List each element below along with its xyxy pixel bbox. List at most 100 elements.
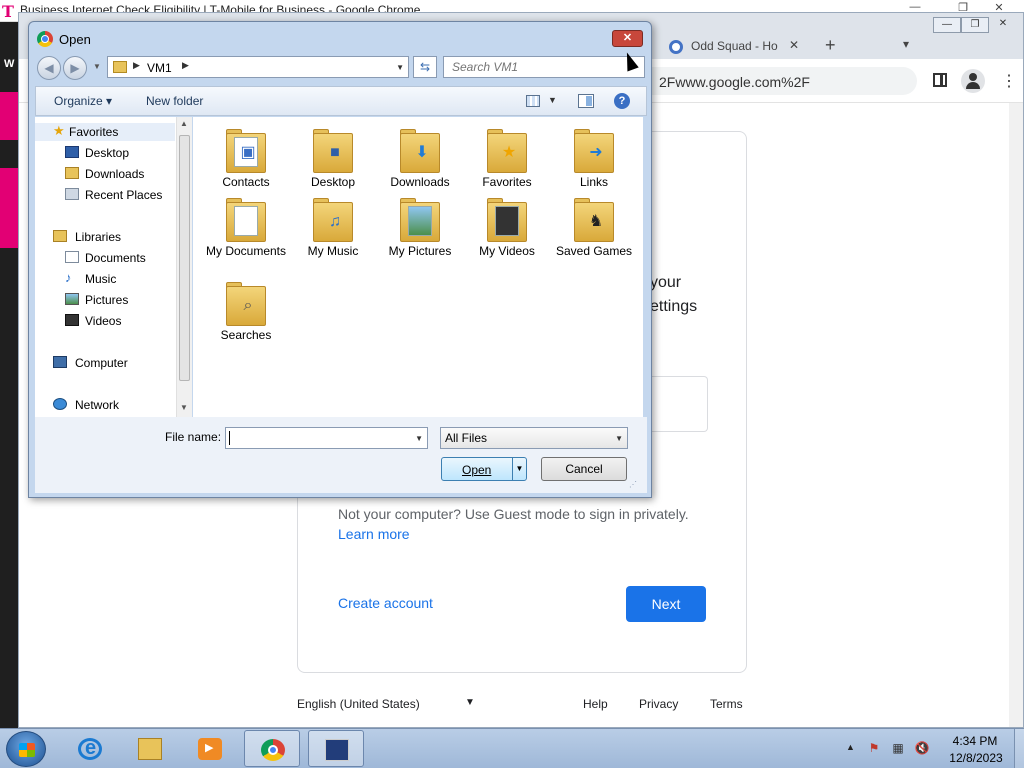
- desktop-icon: [65, 146, 79, 158]
- folder-my-documents[interactable]: My Documents: [206, 192, 286, 276]
- nav-item-music[interactable]: ♪ Music: [35, 270, 175, 288]
- forward-arrow-icon[interactable]: ▶: [63, 56, 87, 80]
- help-icon[interactable]: ?: [614, 93, 630, 109]
- internet-explorer-taskbar-button[interactable]: [62, 730, 118, 767]
- nav-item-documents[interactable]: Documents: [35, 249, 175, 267]
- show-desktop-button[interactable]: [1014, 729, 1024, 768]
- search-box[interactable]: [443, 56, 645, 78]
- scroll-down-icon[interactable]: ▼: [180, 403, 188, 412]
- recent-locations-chevron-icon[interactable]: ▼: [93, 62, 101, 71]
- view-options-chevron-icon[interactable]: ▼: [548, 95, 557, 105]
- windows-logo-icon: [19, 743, 35, 757]
- folder-downloads[interactable]: ⬇ Downloads: [383, 123, 457, 193]
- address-history-chevron-icon[interactable]: ▼: [396, 63, 404, 72]
- folder-my-pictures[interactable]: My Pictures: [383, 192, 457, 262]
- breadcrumb[interactable]: ▶ VM1 ▶ ▼: [107, 56, 409, 78]
- network-status-icon[interactable]: ▦: [890, 741, 906, 757]
- privacy-link[interactable]: Privacy: [639, 697, 678, 711]
- clock-date[interactable]: 12/8/2023: [948, 751, 1004, 765]
- learn-more-link[interactable]: Learn more: [338, 526, 410, 542]
- file-type-select[interactable]: All Files ▼: [440, 427, 628, 449]
- nav-item-network[interactable]: Network: [35, 396, 175, 414]
- pictures-folder-icon: [400, 198, 440, 242]
- menu-kebab-icon[interactable]: ⋮: [1001, 71, 1017, 91]
- back-arrow-icon[interactable]: ◀: [37, 56, 61, 80]
- tab-odd-squad[interactable]: Odd Squad - Ho ✕: [659, 35, 807, 59]
- folder-favorites[interactable]: ★ Favorites: [470, 123, 544, 193]
- scrollbar-thumb[interactable]: [179, 135, 190, 381]
- help-link[interactable]: Help: [583, 697, 608, 711]
- nav-item-videos[interactable]: Videos: [35, 312, 175, 330]
- volume-muted-icon[interactable]: 🔇: [914, 741, 930, 757]
- breadcrumb-separator-icon[interactable]: ▶: [133, 60, 140, 71]
- chrome-taskbar-button[interactable]: [244, 730, 300, 767]
- page-scrollbar[interactable]: [1009, 103, 1023, 727]
- show-hidden-icons-icon[interactable]: ▲: [846, 742, 855, 752]
- file-type-chevron-icon[interactable]: ▼: [615, 434, 623, 443]
- open-button[interactable]: Open ▼: [441, 457, 527, 481]
- terms-link[interactable]: Terms: [710, 697, 743, 711]
- documents-folder-icon: [226, 198, 266, 242]
- preview-pane-icon[interactable]: [578, 94, 594, 108]
- dialog-close-button[interactable]: ✕: [612, 30, 643, 47]
- media-player-taskbar-button[interactable]: [182, 730, 238, 767]
- downloads-folder-icon: [65, 167, 79, 179]
- open-options-chevron-icon[interactable]: ▼: [512, 458, 526, 480]
- nav-item-desktop[interactable]: Desktop: [35, 144, 175, 162]
- folder-desktop[interactable]: ■ Desktop: [296, 123, 370, 193]
- magenta-banner: [0, 92, 18, 140]
- tab-close-icon[interactable]: ✕: [789, 38, 799, 52]
- language-select[interactable]: English (United States): [297, 697, 420, 711]
- file-name-input[interactable]: ▼: [225, 427, 428, 449]
- close-icon[interactable]: ✕: [989, 17, 1017, 33]
- nav-item-downloads[interactable]: Downloads: [35, 165, 175, 183]
- tab-label: Odd Squad - Ho: [691, 39, 778, 53]
- folder-my-videos[interactable]: My Videos: [470, 192, 544, 262]
- new-folder-button[interactable]: New folder: [146, 94, 203, 108]
- background-page-strip: W: [0, 22, 18, 728]
- folder-saved-games[interactable]: ♞ Saved Games: [556, 192, 632, 276]
- refresh-icon[interactable]: ⇆: [413, 56, 437, 78]
- nav-item-pictures[interactable]: Pictures: [35, 291, 175, 309]
- folder-icon: [138, 738, 162, 760]
- file-explorer-taskbar-button[interactable]: [122, 730, 178, 767]
- new-tab-button[interactable]: +: [825, 35, 836, 56]
- minimize-icon[interactable]: —: [933, 17, 961, 33]
- address-bar[interactable]: 2Fwww.google.com%2F: [619, 67, 917, 95]
- action-center-flag-icon[interactable]: ⚑: [866, 741, 882, 757]
- file-name-history-chevron-icon[interactable]: ▼: [415, 434, 423, 443]
- searches-folder-icon: ⌕: [226, 282, 266, 326]
- page-footer: English (United States) ▼ Help Privacy T…: [297, 695, 747, 715]
- film-icon: [65, 314, 79, 326]
- navigation-pane-scrollbar[interactable]: ▲ ▼: [176, 117, 192, 417]
- folder-my-music[interactable]: ♫ My Music: [296, 192, 370, 262]
- nav-item-favorites[interactable]: ★ Favorites: [35, 123, 175, 141]
- start-button[interactable]: [6, 731, 46, 767]
- profile-avatar-icon[interactable]: [961, 69, 985, 93]
- nav-item-libraries[interactable]: Libraries: [35, 228, 175, 246]
- caret-down-icon[interactable]: ▼: [465, 697, 475, 708]
- nav-item-computer[interactable]: Computer: [35, 354, 175, 372]
- tab-search-chevron-icon[interactable]: ▾: [903, 37, 909, 51]
- folder-contacts[interactable]: ▣ Contacts: [209, 123, 283, 193]
- organize-menu-button[interactable]: Organize ▾: [54, 94, 112, 108]
- clock-time[interactable]: 4:34 PM: [950, 734, 1000, 748]
- breadcrumb-vm1[interactable]: VM1: [147, 61, 172, 75]
- remote-desktop-taskbar-button[interactable]: [308, 730, 364, 767]
- nav-item-recent-places[interactable]: Recent Places: [35, 186, 175, 204]
- search-input[interactable]: [444, 57, 624, 77]
- side-panel-icon[interactable]: [933, 73, 947, 87]
- folder-links[interactable]: ➜ Links: [557, 123, 631, 193]
- cancel-button[interactable]: Cancel: [541, 457, 627, 481]
- next-button[interactable]: Next: [626, 586, 706, 622]
- videos-folder-icon: [487, 198, 527, 242]
- scroll-up-icon[interactable]: ▲: [180, 119, 188, 128]
- remote-desktop-icon: [325, 739, 349, 761]
- folder-searches[interactable]: ⌕ Searches: [209, 276, 283, 346]
- change-view-icon[interactable]: [526, 95, 540, 107]
- recent-places-icon: [65, 188, 79, 200]
- resize-grip-icon[interactable]: ⋰: [629, 480, 637, 489]
- restore-icon[interactable]: ❐: [961, 17, 989, 33]
- create-account-link[interactable]: Create account: [338, 595, 433, 611]
- breadcrumb-separator-icon[interactable]: ▶: [182, 60, 189, 71]
